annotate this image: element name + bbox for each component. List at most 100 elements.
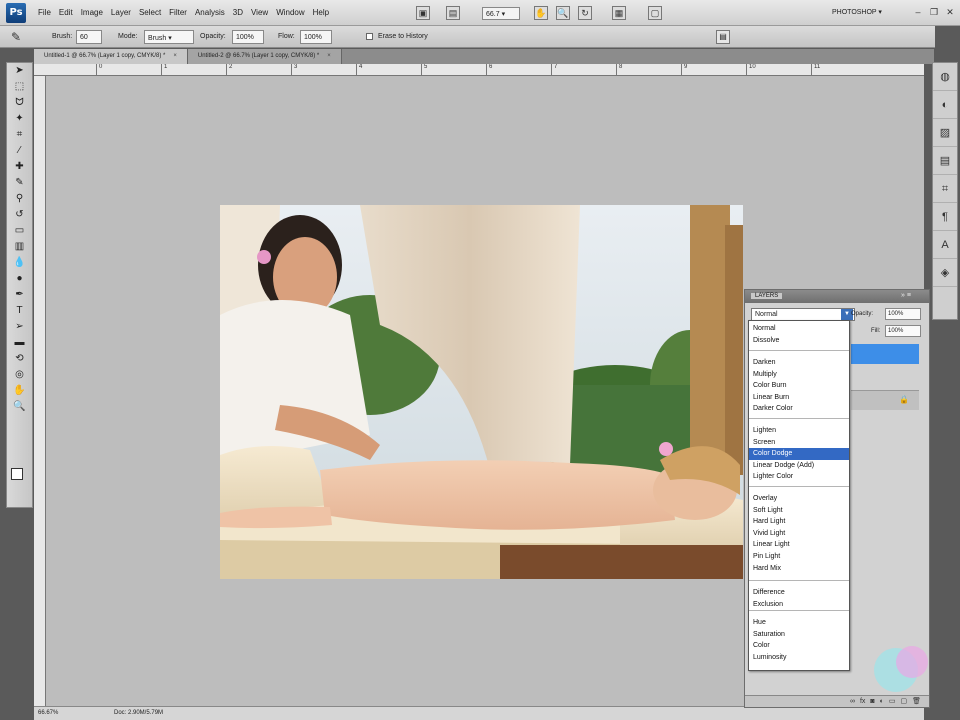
- menu-select[interactable]: Select: [139, 8, 169, 17]
- path-selection-tool-icon[interactable]: ➢: [7, 319, 32, 335]
- blend-option[interactable]: Difference: [749, 587, 849, 599]
- close-icon[interactable]: ×: [327, 53, 331, 59]
- brush-tool-icon[interactable]: ✎: [7, 175, 32, 191]
- minimize-icon[interactable]: –: [912, 6, 924, 18]
- blend-option[interactable]: Darken: [749, 357, 849, 369]
- character-panel-icon[interactable]: A: [933, 231, 957, 259]
- color-panel-icon[interactable]: ◍: [933, 63, 957, 91]
- horizontal-ruler: 0 1 2 3 4 5 6 7 8 9 10 11: [34, 64, 924, 76]
- blend-option[interactable]: Dissolve: [749, 335, 849, 347]
- zoom-tool-icon[interactable]: 🔍: [7, 399, 32, 415]
- blend-option[interactable]: Hard Light: [749, 516, 849, 528]
- healing-brush-tool-icon[interactable]: ✚: [7, 159, 32, 175]
- clone-stamp-tool-icon[interactable]: ⚲: [7, 191, 32, 207]
- adjustments-panel-icon[interactable]: ◐: [933, 91, 957, 119]
- rotate-view-icon[interactable]: ↻: [578, 6, 592, 20]
- blend-option[interactable]: Hard Mix: [749, 563, 849, 575]
- layers-panel-icon[interactable]: ◈: [933, 259, 957, 287]
- document-image-massage-scene[interactable]: [220, 205, 743, 579]
- dodge-tool-icon[interactable]: ●: [7, 271, 32, 287]
- tab-untitled-2[interactable]: Untitled-2 @ 66.7% (Layer 1 copy, CMYK/8…: [187, 49, 342, 64]
- menu-window[interactable]: Window: [276, 8, 312, 17]
- menu-image[interactable]: Image: [81, 8, 111, 17]
- layer-opacity-field[interactable]: 100%: [885, 308, 921, 320]
- shape-tool-icon[interactable]: ▬: [7, 335, 32, 351]
- blend-option[interactable]: Normal: [749, 323, 849, 335]
- layers-panel-title[interactable]: LAYERS: [751, 293, 783, 299]
- paragraph-panel-icon[interactable]: ¶: [933, 203, 957, 231]
- transform-panel-icon[interactable]: ⌗: [933, 175, 957, 203]
- blend-option[interactable]: Linear Burn: [749, 392, 849, 404]
- blend-option[interactable]: Color: [749, 640, 849, 652]
- blend-option[interactable]: Multiply: [749, 369, 849, 381]
- menu-file[interactable]: File: [38, 8, 59, 17]
- foreground-color-swatch[interactable]: [11, 468, 23, 480]
- zoom-level-field[interactable]: 66.7 ▾: [482, 7, 520, 20]
- link-layers-icon[interactable]: ∞: [850, 696, 855, 707]
- brush-size-picker[interactable]: 60: [76, 30, 102, 44]
- blur-tool-icon[interactable]: 💧: [7, 255, 32, 271]
- flow-field[interactable]: 100%: [300, 30, 332, 44]
- layer-opacity-label: Opacity:: [851, 311, 874, 317]
- layer-style-icon[interactable]: fx: [860, 696, 865, 707]
- menu-filter[interactable]: Filter: [169, 8, 195, 17]
- 3d-orbit-tool-icon[interactable]: ◎: [7, 367, 32, 383]
- hand-tool-icon[interactable]: ✋: [7, 383, 32, 399]
- blend-option[interactable]: Hue: [749, 617, 849, 629]
- blend-option[interactable]: Linear Light: [749, 539, 849, 551]
- crop-tool-icon[interactable]: ⌗: [7, 127, 32, 143]
- restore-icon[interactable]: ❐: [928, 6, 940, 18]
- tab-untitled-1[interactable]: Untitled-1 @ 66.7% (Layer 1 copy, CMYK/8…: [34, 49, 188, 64]
- blend-option[interactable]: Darker Color: [749, 403, 849, 415]
- menu-3d[interactable]: 3D: [233, 8, 251, 17]
- menu-view[interactable]: View: [251, 8, 276, 17]
- mode-select[interactable]: Brush ▾: [144, 30, 194, 44]
- lasso-tool-icon[interactable]: ᗢ: [7, 95, 32, 111]
- blend-option[interactable]: Vivid Light: [749, 528, 849, 540]
- blend-option[interactable]: Lighter Color: [749, 471, 849, 483]
- selected-layer-row[interactable]: [851, 344, 919, 364]
- history-brush-tool-icon[interactable]: ↺: [7, 207, 32, 223]
- blend-option[interactable]: Pin Light: [749, 551, 849, 563]
- close-icon[interactable]: ×: [173, 53, 177, 59]
- quick-select-tool-icon[interactable]: ✦: [7, 111, 32, 127]
- layer-fill-field[interactable]: 100%: [885, 325, 921, 337]
- opacity-field[interactable]: 100%: [232, 30, 264, 44]
- marquee-tool-icon[interactable]: ⬚: [7, 79, 32, 95]
- type-tool-icon[interactable]: T: [7, 303, 32, 319]
- brush-panel-toggle-icon[interactable]: ▤: [716, 30, 730, 44]
- move-tool-icon[interactable]: ➤: [7, 63, 32, 79]
- blend-option[interactable]: Luminosity: [749, 652, 849, 664]
- view-extras-icon[interactable]: ▤: [446, 6, 460, 20]
- blend-option-highlighted[interactable]: Color Dodge: [749, 448, 849, 460]
- close-icon[interactable]: ✕: [944, 6, 956, 18]
- blend-option[interactable]: Screen: [749, 437, 849, 449]
- history-panel-icon[interactable]: ▤: [933, 147, 957, 175]
- gradient-tool-icon[interactable]: ▥: [7, 239, 32, 255]
- menu-analysis[interactable]: Analysis: [195, 8, 233, 17]
- styles-panel-icon[interactable]: ▨: [933, 119, 957, 147]
- blend-option[interactable]: Saturation: [749, 629, 849, 641]
- menu-edit[interactable]: Edit: [59, 8, 81, 17]
- screen-mode-icon[interactable]: ▢: [648, 6, 662, 20]
- brush-tool-preset-icon[interactable]: ✎: [8, 29, 24, 45]
- eraser-tool-icon[interactable]: ▭: [7, 223, 32, 239]
- zoom-tool-icon[interactable]: 🔍: [556, 6, 570, 20]
- blend-option[interactable]: Overlay: [749, 493, 849, 505]
- menu-layer[interactable]: Layer: [111, 8, 139, 17]
- blend-option[interactable]: Exclusion: [749, 599, 849, 611]
- collapse-panel-icon[interactable]: » ≡: [901, 292, 911, 299]
- 3d-rotate-tool-icon[interactable]: ⟲: [7, 351, 32, 367]
- workspace-switcher[interactable]: PHOTOSHOP ▾: [832, 8, 882, 16]
- eyedropper-tool-icon[interactable]: ⁄: [7, 143, 32, 159]
- pen-tool-icon[interactable]: ✒: [7, 287, 32, 303]
- menu-help[interactable]: Help: [313, 8, 337, 17]
- erase-to-history-checkbox[interactable]: [366, 33, 373, 40]
- blend-option[interactable]: Linear Dodge (Add): [749, 460, 849, 472]
- hand-tool-icon[interactable]: ✋: [534, 6, 548, 20]
- arrange-documents-icon[interactable]: ▦: [612, 6, 626, 20]
- blend-option[interactable]: Soft Light: [749, 505, 849, 517]
- bridge-icon[interactable]: ▣: [416, 6, 430, 20]
- blend-option[interactable]: Color Burn: [749, 380, 849, 392]
- blend-option[interactable]: Lighten: [749, 425, 849, 437]
